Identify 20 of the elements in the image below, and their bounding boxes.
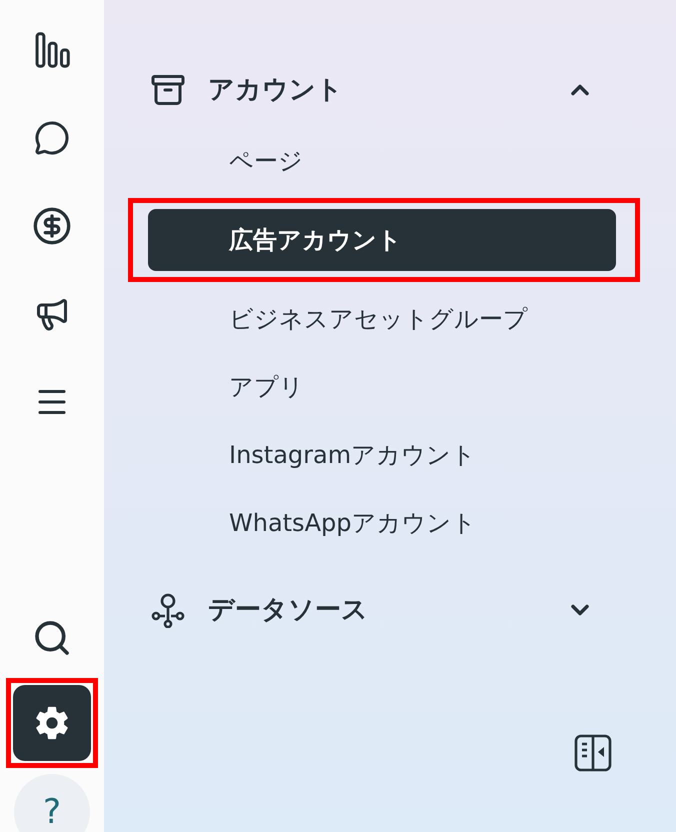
nav-button[interactable] (13, 685, 91, 761)
settings-icon (34, 705, 70, 741)
search-icon (32, 618, 72, 658)
megaphone-icon (34, 296, 70, 332)
menu-item[interactable]: Instagramアカウント (148, 424, 616, 486)
panel-toggle-button[interactable] (574, 734, 612, 772)
menu-item[interactable]: ページ (148, 130, 616, 192)
menu-item[interactable]: アプリ (148, 356, 616, 418)
archive-icon (150, 72, 186, 108)
dollar-icon (32, 206, 72, 246)
section-title: データソース (208, 594, 369, 626)
bar-chart-icon (33, 31, 71, 69)
help-button[interactable]: ? (14, 774, 90, 832)
menu-item[interactable]: 広告アカウント (148, 209, 616, 271)
menu-item[interactable]: ビジネスアセットグループ (148, 288, 616, 350)
section-title: アカウント (208, 74, 344, 106)
sidebar-collapse-icon (574, 734, 612, 772)
network-icon (150, 592, 186, 628)
menu-item[interactable]: WhatsAppアカウント (148, 492, 616, 554)
speech-bubble-icon (34, 120, 70, 156)
